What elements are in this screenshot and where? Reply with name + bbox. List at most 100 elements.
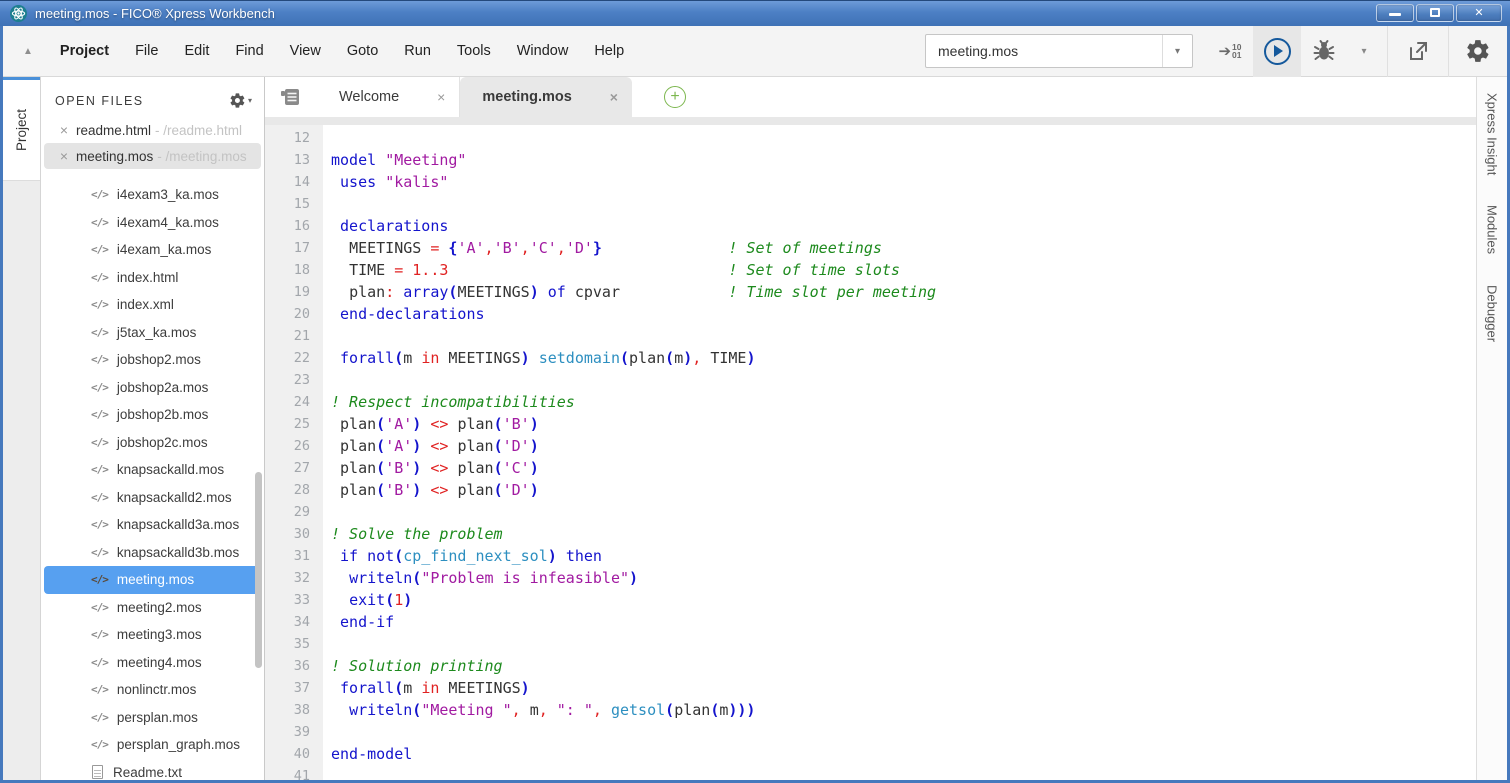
right-panel-tab-modules[interactable]: Modules [1485,205,1500,254]
menu-item-tools[interactable]: Tools [444,26,504,77]
new-tab-button[interactable]: + [664,86,686,108]
open-files-header: OPEN FILES ▾ [41,77,264,117]
deploy-button[interactable] [1387,26,1449,77]
tree-item-label: jobshop2c.mos [117,435,208,450]
tree-item-label: i4exam_ka.mos [117,242,212,257]
line-number: 13 [265,149,323,171]
code-text: writeln("Meeting ", m, ": ", getsol(plan… [323,699,755,721]
run-button[interactable] [1253,26,1301,77]
tree-item[interactable]: </>knapsackalld3a.mos [44,511,261,539]
tree-item-label: jobshop2b.mos [117,407,209,422]
tree-item[interactable]: </>i4exam4_ka.mos [44,209,261,237]
close-button[interactable]: ✕ [1456,4,1502,22]
open-file-item[interactable]: ×readme.html- /readme.html [44,117,261,143]
tree-item[interactable]: </>persplan_graph.mos [44,731,261,759]
tree-item[interactable]: </>meeting4.mos [44,649,261,677]
run-target-combobox[interactable]: meeting.mos ▾ [925,34,1193,68]
open-documents-list-icon[interactable] [277,84,303,110]
menu-item-edit[interactable]: Edit [171,26,222,77]
code-line: 38 writeln("Meeting ", m, ": ", getsol(p… [265,699,1476,721]
tree-item[interactable]: </>knapsackalld3b.mos [44,539,261,567]
code-text: uses "kalis" [323,171,448,193]
code-text [323,765,331,780]
open-files-menu-button[interactable]: ▾ [229,92,252,109]
tree-item[interactable]: </>jobshop2b.mos [44,401,261,429]
tree-item[interactable]: </>persplan.mos [44,704,261,732]
menu-item-file[interactable]: File [122,26,171,77]
tree-item-label: meeting4.mos [117,655,202,670]
tree-item-label: knapsackalld.mos [117,462,224,477]
tree-item[interactable]: Readme.txt [44,759,261,781]
line-number: 21 [265,325,323,347]
menu-item-project[interactable]: Project [47,26,122,77]
compile-button[interactable]: ➔ 10 01 [1207,26,1253,77]
tree-item-label: knapsackalld3a.mos [117,517,239,532]
settings-button[interactable] [1449,26,1507,77]
code-text: exit(1) [323,589,412,611]
chevron-down-icon[interactable]: ▾ [1162,35,1192,67]
code-file-icon: </> [91,271,108,284]
code-line: 28 plan('B') <> plan('D') [265,479,1476,501]
tree-item[interactable]: </>index.xml [44,291,261,319]
code-line: 32 writeln("Problem is infeasible") [265,567,1476,589]
tree-item[interactable]: </>knapsackalld.mos [44,456,261,484]
tree-item[interactable]: </>i4exam3_ka.mos [44,181,261,209]
maximize-button[interactable] [1416,4,1454,22]
code-editor[interactable]: 1213model "Meeting"14 uses "kalis"1516 d… [265,125,1476,780]
collapse-toolbar-icon[interactable]: ▲ [3,46,47,57]
line-number: 38 [265,699,323,721]
tree-item[interactable]: </>knapsackalld2.mos [44,484,261,512]
code-text: plan('A') <> plan('B') [323,413,539,435]
menu-item-goto[interactable]: Goto [334,26,391,77]
tree-item[interactable]: </>j5tax_ka.mos [44,319,261,347]
code-text [323,193,331,215]
tree-item[interactable]: </>jobshop2.mos [44,346,261,374]
tree-item[interactable]: </>meeting3.mos [44,621,261,649]
right-panel-tab-xpress-insight[interactable]: Xpress Insight [1485,93,1500,175]
editor-tab-welcome[interactable]: Welcome × [317,77,460,117]
code-text: ! Respect incompatibilities [323,391,575,413]
minimize-button[interactable] [1376,4,1414,22]
line-number: 18 [265,259,323,281]
sidebar-scrollbar-thumb[interactable] [255,472,262,668]
close-tab-icon[interactable]: × [610,89,618,105]
tree-item[interactable]: </>index.html [44,264,261,292]
tab-label: Welcome [339,89,399,105]
line-number: 40 [265,743,323,765]
code-line: 39 [265,721,1476,743]
tree-item[interactable]: </>meeting2.mos [44,594,261,622]
debug-button[interactable] [1301,26,1347,77]
editor-tab-meeting-mos[interactable]: meeting.mos× [460,77,632,117]
tree-item[interactable]: </>nonlinctr.mos [44,676,261,704]
line-number: 27 [265,457,323,479]
menu-item-help[interactable]: Help [581,26,637,77]
code-file-icon: </> [91,436,108,449]
tree-item[interactable]: </> jobshop2c.mos [44,429,261,457]
menu-item-view[interactable]: View [277,26,334,77]
menu-item-find[interactable]: Find [222,26,276,77]
code-text: forall(m in MEETINGS) setdomain(plan(m),… [323,347,755,369]
tree-item-label: meeting.mos [117,572,194,587]
tree-item[interactable]: </> meeting.mos [44,566,261,594]
code-line: 35 [265,633,1476,655]
right-panel-tab-debugger[interactable]: Debugger [1485,285,1500,342]
code-text: end-model [323,743,412,765]
code-line: 37 forall(m in MEETINGS) [265,677,1476,699]
menu-item-window[interactable]: Window [504,26,582,77]
code-line: 29 [265,501,1476,523]
tree-item-label: j5tax_ka.mos [117,325,197,340]
code-text: plan('B') <> plan('D') [323,479,539,501]
tree-item[interactable]: </>i4exam_ka.mos [44,236,261,264]
debug-options-dropdown[interactable]: ▾ [1347,26,1381,77]
run-target-value: meeting.mos [926,43,1162,59]
menu-item-run[interactable]: Run [391,26,444,77]
project-panel-tab[interactable]: Project [3,77,40,181]
tree-item[interactable]: </>jobshop2a.mos [44,374,261,402]
open-file-item[interactable]: ×meeting.mos- /meeting.mos [44,143,261,169]
close-file-icon[interactable]: × [54,148,74,164]
open-file-name: readme.html [76,123,151,138]
close-tab-icon[interactable]: × [437,89,445,105]
plus-icon: + [670,88,679,105]
code-file-icon: </> [91,573,108,586]
close-file-icon[interactable]: × [54,122,74,138]
